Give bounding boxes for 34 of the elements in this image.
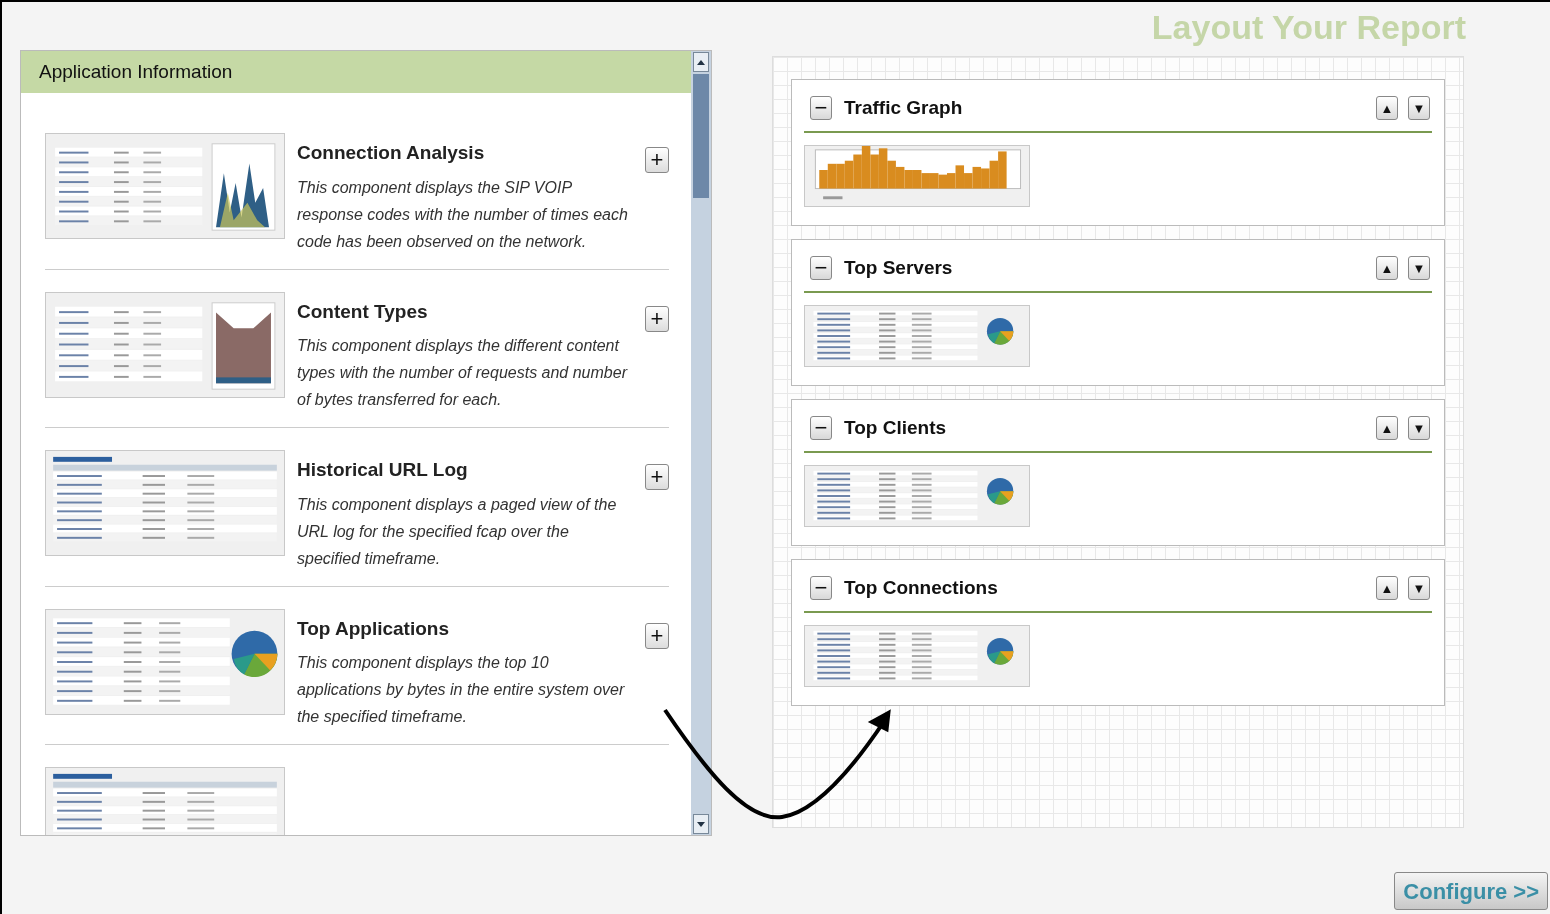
add-button[interactable]: + <box>645 305 669 332</box>
move-up-button[interactable]: ▲ <box>1376 96 1398 121</box>
move-up-button[interactable]: ▲ <box>1376 256 1398 281</box>
panel-title: Application Information <box>39 59 233 84</box>
section-title: Traffic Graph <box>844 96 963 120</box>
move-down-button[interactable]: ▼ <box>1408 576 1430 601</box>
move-down-button[interactable]: ▼ <box>1408 96 1430 121</box>
component-title: Historical URL Log <box>297 458 469 482</box>
add-button[interactable]: + <box>645 147 669 173</box>
move-up-button[interactable]: ▲ <box>1376 576 1398 601</box>
page-title: Layout Your Report <box>1151 10 1466 44</box>
move-down-button[interactable]: ▼ <box>1408 416 1430 441</box>
move-down-button[interactable]: ▼ <box>1408 256 1430 281</box>
scroll-thumb[interactable] <box>693 74 709 198</box>
component-title: Connection Analysis <box>297 141 486 165</box>
component-title: Content Types <box>297 299 429 324</box>
add-button[interactable]: + <box>645 464 669 490</box>
collapse-button[interactable]: − <box>810 416 832 441</box>
collapse-button[interactable]: − <box>810 256 832 281</box>
section-title: Top Connections <box>844 576 998 600</box>
add-button[interactable]: + <box>645 622 669 649</box>
scroll-up-icon[interactable] <box>693 52 709 72</box>
collapse-button[interactable]: − <box>810 96 832 121</box>
component-description: This component displays the SIP VOIP response codes with the number of times each code has been observed on the network. <box>297 177 629 252</box>
scrollbar[interactable] <box>691 51 711 835</box>
section-title: Top Servers <box>844 256 953 280</box>
component-description: This component displays a paged view of the URL log for the specified fcap over the specified timeframe. <box>297 494 618 569</box>
scroll-down-icon[interactable] <box>693 814 709 834</box>
component-title: Top Applications <box>297 616 450 641</box>
collapse-button[interactable]: − <box>810 576 832 601</box>
component-description: This component displays the top 10 applications by bytes in the entire system over the specified timeframe. <box>297 653 626 727</box>
section-title: Top Clients <box>844 416 947 440</box>
move-up-button[interactable]: ▲ <box>1376 416 1398 441</box>
component-description: This component displays the different content types with the number of requests and number of bytes transferred for each. <box>297 336 629 410</box>
